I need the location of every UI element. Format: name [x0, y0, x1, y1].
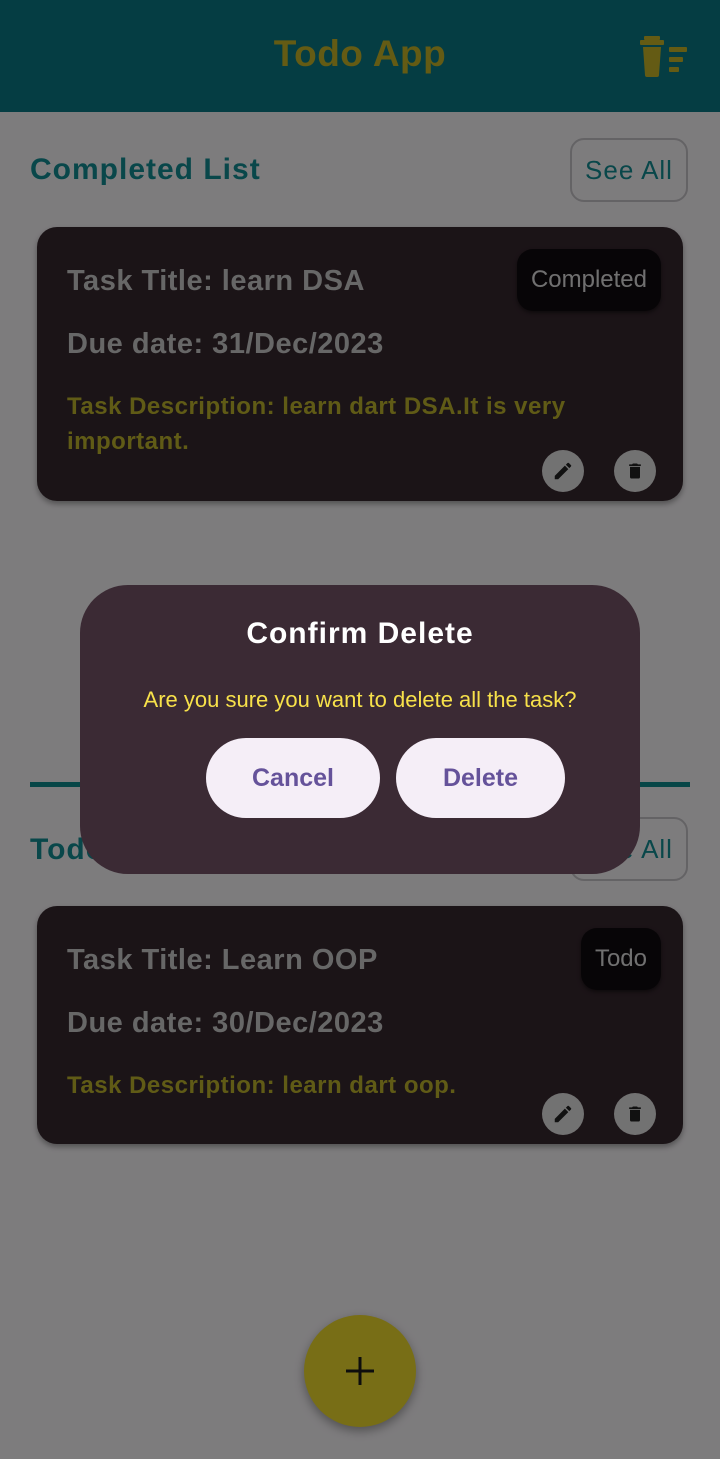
cancel-button[interactable]: Cancel [206, 738, 380, 818]
dialog-message: Are you sure you want to delete all the … [143, 687, 577, 712]
confirm-delete-dialog: Confirm Delete Are you sure you want to … [80, 585, 640, 874]
confirm-delete-button[interactable]: Delete [396, 738, 565, 818]
dialog-title: Confirm Delete [246, 617, 474, 650]
